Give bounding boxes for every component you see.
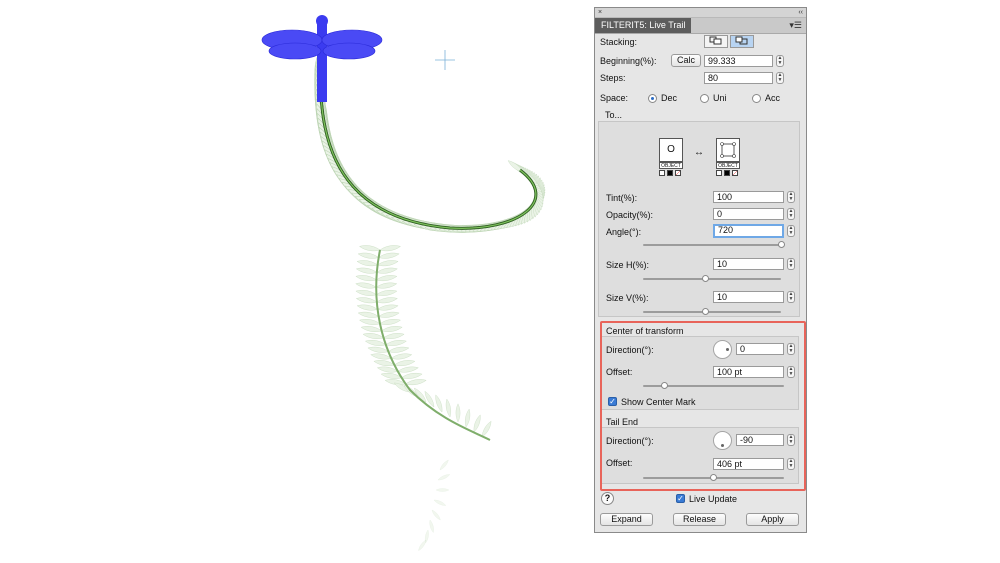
size-h-label: Size H(%): xyxy=(606,260,650,270)
stacking-label: Stacking: xyxy=(600,37,638,47)
show-center-mark-checkbox[interactable]: ✓ xyxy=(608,397,617,406)
space-radio-acc[interactable] xyxy=(752,94,761,103)
to-none-swatch xyxy=(732,170,738,176)
center-offset-input[interactable]: 100 pt xyxy=(713,366,784,378)
expand-button[interactable]: Expand xyxy=(600,513,653,526)
angle-stepper[interactable]: ▲ ▼ xyxy=(787,225,795,237)
tint-label: Tint(%): xyxy=(606,193,638,203)
canvas-artwork[interactable] xyxy=(0,0,590,563)
center-section-title: Center of transform xyxy=(606,326,684,336)
angle-label: Angle(°): xyxy=(606,227,642,237)
space-uni-label: Uni xyxy=(713,93,727,103)
from-none-swatch xyxy=(675,170,681,176)
from-object-caption: OBJECT xyxy=(659,162,683,169)
size-h-input[interactable]: 10 xyxy=(713,258,784,270)
help-button[interactable]: ? xyxy=(601,492,614,505)
trail-shape xyxy=(311,52,548,552)
from-fill-swatch xyxy=(659,170,665,176)
live-update-label: Live Update xyxy=(689,494,738,504)
beginning-stepper[interactable]: ▲ ▼ xyxy=(776,55,784,67)
size-v-input[interactable]: 10 xyxy=(713,291,784,303)
from-stroke-swatch xyxy=(667,170,673,176)
size-v-label: Size V(%): xyxy=(606,293,649,303)
to-section-title: To... xyxy=(605,110,623,120)
size-h-stepper[interactable]: ▲ ▼ xyxy=(787,258,795,270)
center-offset-slider-thumb[interactable] xyxy=(660,382,668,389)
space-dec-label: Dec xyxy=(661,93,678,103)
opacity-stepper[interactable]: ▲ ▼ xyxy=(787,208,795,220)
tail-direction-dial[interactable] xyxy=(713,431,732,450)
close-icon[interactable]: × xyxy=(598,8,602,17)
size-v-stepper[interactable]: ▲ ▼ xyxy=(787,291,795,303)
tail-offset-slider-thumb[interactable] xyxy=(710,474,717,481)
to-object-preview xyxy=(716,138,740,162)
tint-input[interactable]: 100 xyxy=(713,191,784,203)
stack-back-icon xyxy=(735,36,748,45)
show-center-mark-label: Show Center Mark xyxy=(621,397,696,407)
space-radio-uni[interactable] xyxy=(700,94,709,103)
angle-input[interactable]: 720 xyxy=(713,224,784,238)
panel-topbar: × ‹‹ xyxy=(595,8,806,18)
tail-direction-input[interactable]: -90 xyxy=(736,434,784,446)
opacity-input[interactable]: 0 xyxy=(713,208,784,220)
center-direction-input[interactable]: 0 xyxy=(736,343,784,355)
center-direction-label: Direction(°): xyxy=(606,345,654,355)
to-object-caption: OBJECT xyxy=(716,162,740,169)
size-h-slider-thumb[interactable] xyxy=(701,275,709,282)
tail-section-title: Tail End xyxy=(606,417,639,427)
apply-button[interactable]: Apply xyxy=(746,513,799,526)
panel-tabrow: FILTERIT5: Live Trail ▾☰ xyxy=(595,18,806,34)
angle-slider-track[interactable] xyxy=(643,244,781,246)
space-acc-label: Acc xyxy=(765,93,781,103)
center-direction-stepper[interactable]: ▲ ▼ xyxy=(787,343,795,355)
center-direction-dial[interactable] xyxy=(713,340,732,359)
steps-input[interactable]: 80 xyxy=(704,72,773,84)
center-offset-stepper[interactable]: ▲ ▼ xyxy=(787,366,795,378)
size-v-slider-track[interactable] xyxy=(643,311,781,313)
space-radio-dec[interactable] xyxy=(648,94,657,103)
beginning-input[interactable]: 99.333 xyxy=(704,55,773,67)
to-fill-swatch xyxy=(716,170,722,176)
tail-direction-label: Direction(°): xyxy=(606,436,654,446)
collapse-icon[interactable]: ‹‹ xyxy=(798,8,803,17)
trail-spine-highlight xyxy=(320,94,537,229)
steps-stepper[interactable]: ▲ ▼ xyxy=(776,72,784,84)
to-stroke-swatch xyxy=(724,170,730,176)
steps-label: Steps: xyxy=(600,73,626,83)
size-h-slider-track[interactable] xyxy=(643,278,781,280)
dragonfly-object[interactable] xyxy=(261,15,383,102)
stack-front-icon xyxy=(709,36,722,45)
stack-back-button[interactable] xyxy=(730,35,754,48)
space-label: Space: xyxy=(600,93,629,103)
tail-offset-input[interactable]: 406 pt xyxy=(713,458,784,470)
stack-front-button[interactable] xyxy=(704,35,728,48)
tab-live-trail[interactable]: FILTERIT5: Live Trail xyxy=(595,18,692,33)
release-button[interactable]: Release xyxy=(673,513,726,526)
beginning-label: Beginning(%): xyxy=(600,56,657,66)
center-offset-label: Offset: xyxy=(606,367,633,377)
center-mark-icon xyxy=(435,50,455,70)
swap-icon[interactable]: ↔ xyxy=(694,147,704,158)
calc-button[interactable]: Calc xyxy=(671,54,701,67)
panel-menu-icon[interactable]: ▾☰ xyxy=(789,20,802,31)
from-object-preview: O xyxy=(659,138,683,162)
tail-offset-stepper[interactable]: ▲ ▼ xyxy=(787,458,795,470)
transform-box-icon xyxy=(720,142,736,158)
tail-offset-label: Offset: xyxy=(606,458,633,468)
tail-direction-stepper[interactable]: ▲ ▼ xyxy=(787,434,795,446)
size-v-slider-thumb[interactable] xyxy=(701,308,709,315)
live-update-checkbox[interactable]: ✓ xyxy=(676,494,685,503)
trail-spine xyxy=(319,94,538,230)
angle-slider-thumb[interactable] xyxy=(777,241,785,248)
opacity-label: Opacity(%): xyxy=(606,210,654,220)
tint-stepper[interactable]: ▲ ▼ xyxy=(787,191,795,203)
